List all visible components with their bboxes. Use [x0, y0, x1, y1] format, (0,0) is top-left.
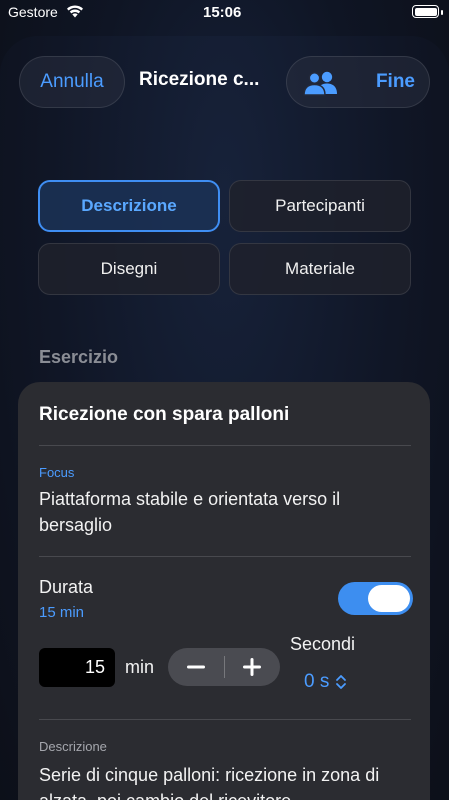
- people-icon[interactable]: [303, 70, 339, 96]
- divider: [39, 556, 411, 557]
- focus-label: Focus: [39, 465, 75, 480]
- duration-value: 15 min: [39, 604, 85, 621]
- seconds-picker[interactable]: 0 s: [304, 671, 347, 693]
- minutes-input[interactable]: 15: [39, 648, 115, 687]
- toggle-knob: [368, 585, 410, 612]
- divider: [39, 719, 411, 720]
- exercise-title[interactable]: Ricezione con spara palloni: [39, 404, 289, 426]
- page-title: Ricezione c...: [139, 69, 260, 90]
- battery-tip: [441, 10, 443, 15]
- plus-icon: [243, 658, 261, 676]
- cancel-button[interactable]: Annulla: [19, 56, 125, 108]
- tab-material[interactable]: Materiale: [229, 243, 411, 295]
- exercise-card: Ricezione con spara palloni Focus Piatta…: [18, 382, 430, 800]
- chevron-up-down-icon: [336, 675, 347, 689]
- duration-label: Durata: [39, 577, 94, 597]
- clock: 15:06: [203, 4, 242, 21]
- minutes-unit: min: [125, 657, 155, 677]
- tab-description[interactable]: Descrizione: [38, 180, 220, 232]
- section-header: Esercizio: [39, 347, 119, 367]
- done-button[interactable]: Fine: [376, 71, 415, 93]
- divider: [39, 445, 411, 446]
- tab-participants[interactable]: Partecipanti: [229, 180, 411, 232]
- minus-icon: [187, 665, 205, 669]
- seconds-value: 0 s: [304, 671, 330, 692]
- cancel-button-label: Annulla: [40, 71, 104, 92]
- status-bar: Gestore 15:06: [0, 0, 449, 26]
- nav-actions: Fine: [286, 56, 430, 108]
- duration-toggle[interactable]: [338, 582, 413, 615]
- stepper-minus-button[interactable]: [168, 648, 224, 686]
- wifi-icon: [67, 5, 83, 18]
- tab-drawings[interactable]: Disegni: [38, 243, 220, 295]
- seconds-label: Secondi: [290, 634, 356, 654]
- description-label: Descrizione: [39, 739, 107, 754]
- focus-field[interactable]: Piattaforma stabile e orientata verso il…: [39, 486, 399, 538]
- carrier-label: Gestore: [8, 4, 58, 20]
- description-field[interactable]: Serie di cinque palloni: ricezione in zo…: [39, 762, 409, 800]
- minutes-stepper: [168, 648, 280, 686]
- battery-icon: [412, 5, 439, 18]
- stepper-plus-button[interactable]: [224, 648, 280, 686]
